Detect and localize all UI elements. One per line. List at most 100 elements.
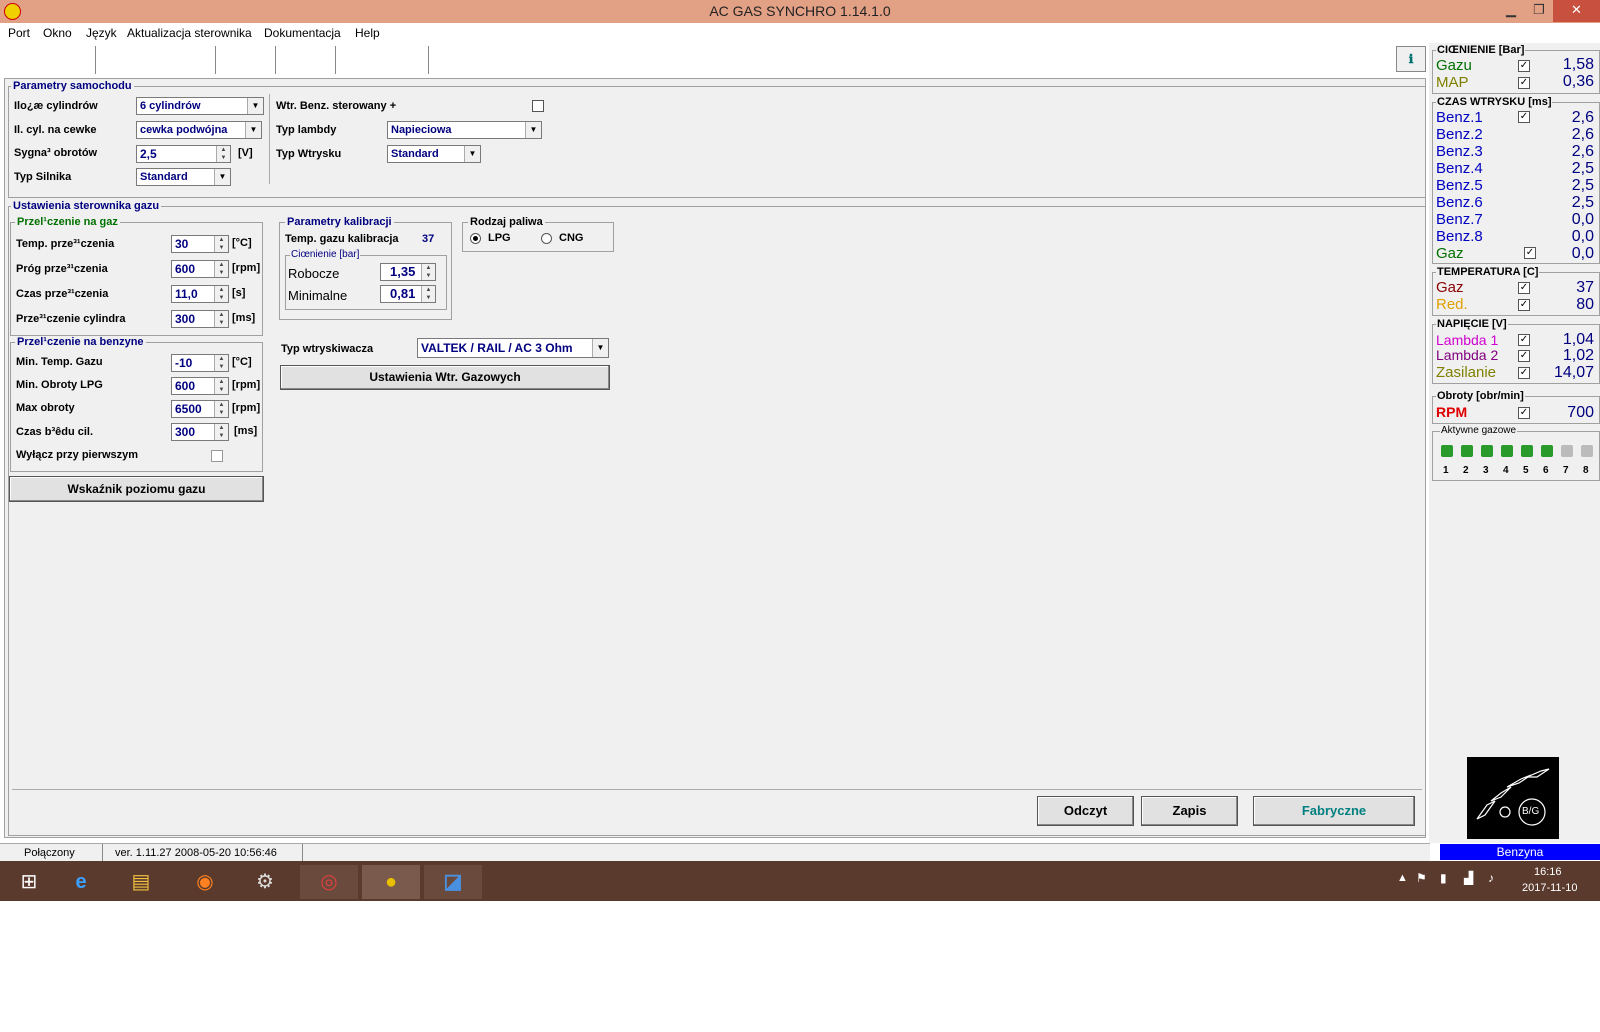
minimize-button[interactable]: ▁ <box>1496 0 1526 22</box>
lambda-1-label: Lambda 1 <box>1436 332 1499 348</box>
tray-show-hidden-icon[interactable]: ▲ <box>1397 872 1408 884</box>
tray-time[interactable]: 16:16 <box>1534 866 1562 878</box>
temp-reducer-checkbox[interactable]: ✓ <box>1518 299 1530 311</box>
pressure-gas-value: 1,58 <box>1562 56 1594 73</box>
rpm-value: 700 <box>1567 404 1594 421</box>
pressure-map-checkbox[interactable]: ✓ <box>1518 77 1530 89</box>
petrol-inj-checkbox[interactable] <box>532 100 544 112</box>
cng-radio[interactable] <box>541 233 552 244</box>
benz-1-label: Benz.1 <box>1436 109 1483 126</box>
calibration-title: Parametry kalibracji <box>285 216 394 228</box>
lambda-2-checkbox[interactable]: ✓ <box>1518 350 1530 362</box>
switch-temp-label: Temp. prze³¹czenia <box>16 238 115 250</box>
menu-help[interactable]: Help <box>355 26 380 40</box>
rpm-title: Obroty [obr/min] <box>1436 390 1525 402</box>
min-gas-temp-stepper[interactable]: -10 ▲ ▼ <box>171 354 229 372</box>
petrol-inj-label: Wtr. Benz. sterowany + <box>276 100 397 112</box>
injector-3-icon <box>1481 445 1493 457</box>
menu-port[interactable]: Port <box>8 26 30 40</box>
cylinders-select[interactable]: 6 cylindrów ▼ <box>136 97 264 115</box>
gas-inj-checkbox[interactable]: ✓ <box>1524 247 1536 259</box>
media-app-icon[interactable]: ◉ <box>176 865 234 899</box>
spin-arrows-icon[interactable]: ▲ ▼ <box>216 146 230 162</box>
working-pressure-stepper[interactable]: 1,35 ▲ ▼ <box>380 263 436 281</box>
pressure-gas-checkbox[interactable]: ✓ <box>1518 60 1530 72</box>
fuel-status-badge: Benzyna <box>1440 844 1600 860</box>
to-gas-title: Przel¹czenie na gaz <box>15 216 120 228</box>
chevron-down-icon: ▼ <box>464 146 480 162</box>
toolbar-tab-separator <box>335 46 336 74</box>
min-pressure-label: Minimalne <box>288 288 348 303</box>
file-explorer-icon[interactable]: ▤ <box>112 865 170 899</box>
autodata-app-icon[interactable]: ◪ <box>424 865 482 899</box>
spin-arrows-icon[interactable]: ▲ ▼ <box>214 424 228 440</box>
pressure-map-label: MAP <box>1436 74 1469 91</box>
write-button[interactable]: Zapis <box>1141 796 1238 826</box>
benz-2-value: 2,6 <box>1571 126 1594 143</box>
cyl-error-stepper[interactable]: 300 ▲ ▼ <box>171 423 229 441</box>
tray-date[interactable]: 2017-11-10 <box>1522 882 1577 894</box>
injection-title: CZAS WTRYSKU [ms] <box>1436 96 1553 108</box>
max-rpm-stepper[interactable]: 6500 ▲ ▼ <box>171 400 229 418</box>
min-lpg-rpm-label: Min. Obroty LPG <box>16 379 103 391</box>
windows-start-icon[interactable]: ⊞ <box>0 865 58 899</box>
chevron-down-icon: ▼ <box>245 122 261 138</box>
first-off-checkbox[interactable] <box>211 450 223 462</box>
spin-arrows-icon[interactable]: ▲ ▼ <box>214 261 228 277</box>
supply-checkbox[interactable]: ✓ <box>1518 367 1530 379</box>
spin-arrows-icon[interactable]: ▲ ▼ <box>214 311 228 327</box>
coil-select[interactable]: cewka podwójna ▼ <box>136 121 262 139</box>
factory-button[interactable]: Fabryczne <box>1253 796 1415 826</box>
min-pressure-stepper[interactable]: 0,81 ▲ ▼ <box>380 285 436 303</box>
signal-icon[interactable]: ▟ <box>1464 871 1473 885</box>
spin-arrows-icon[interactable]: ▲ ▼ <box>214 236 228 252</box>
benz-2-label: Benz.2 <box>1436 126 1483 143</box>
switch-temp-unit: [°C] <box>232 237 252 249</box>
chrome-icon[interactable]: ◎ <box>300 865 358 899</box>
benz-1-checkbox[interactable]: ✓ <box>1518 111 1530 123</box>
injector-type-select[interactable]: VALTEK / RAIL / AC 3 Ohm ▼ <box>417 338 609 358</box>
min-lpg-rpm-stepper[interactable]: 600 ▲ ▼ <box>171 377 229 395</box>
read-button[interactable]: Odczyt <box>1037 796 1134 826</box>
menu-jezyk[interactable]: Język <box>86 26 117 40</box>
rpm-signal-stepper[interactable]: 2,5 ▲ ▼ <box>136 145 231 163</box>
spin-arrows-icon[interactable]: ▲ ▼ <box>421 286 435 302</box>
info-icon[interactable]: ℹ <box>1396 46 1426 72</box>
benz-7-label: Benz.7 <box>1436 211 1483 228</box>
brand-logo: B/G <box>1467 757 1559 839</box>
cyl-switch-stepper[interactable]: 300 ▲ ▼ <box>171 310 229 328</box>
restore-button[interactable]: ❐ <box>1524 0 1554 22</box>
temp-gas-checkbox[interactable]: ✓ <box>1518 282 1530 294</box>
tool-app-icon[interactable]: ⚙ <box>236 865 294 899</box>
spin-arrows-icon[interactable]: ▲ ▼ <box>214 378 228 394</box>
spin-arrows-icon[interactable]: ▲ ▼ <box>214 286 228 302</box>
lambda-2-value: 1,02 <box>1562 347 1594 364</box>
injector-number: 1 <box>1443 465 1449 476</box>
to-petrol-title: Przel¹czenie na benzyne <box>15 336 146 348</box>
close-button[interactable]: ✕ <box>1553 0 1600 22</box>
flag-icon[interactable]: ⚑ <box>1416 871 1427 885</box>
battery-icon[interactable]: ▮ <box>1440 871 1447 885</box>
injector-settings-button[interactable]: Ustawienia Wtr. Gazowych <box>280 365 610 390</box>
gas-level-button[interactable]: Wskaźnik poziomu gazu <box>9 476 264 502</box>
engine-select[interactable]: Standard ▼ <box>136 168 231 186</box>
menu-documentation[interactable]: Dokumentacja <box>264 26 341 40</box>
lpg-radio[interactable] <box>470 233 481 244</box>
volume-icon[interactable]: ♪ <box>1488 871 1494 885</box>
spin-arrows-icon[interactable]: ▲ ▼ <box>214 401 228 417</box>
lambda-select[interactable]: Napieciowa ▼ <box>387 121 542 139</box>
switch-rpm-stepper[interactable]: 600 ▲ ▼ <box>171 260 229 278</box>
spin-arrows-icon[interactable]: ▲ ▼ <box>214 355 228 371</box>
spin-arrows-icon[interactable]: ▲ ▼ <box>421 264 435 280</box>
switch-time-stepper[interactable]: 11,0 ▲ ▼ <box>171 285 229 303</box>
injector-number: 2 <box>1463 465 1469 476</box>
injector-1-icon <box>1441 445 1453 457</box>
menu-update[interactable]: Aktualizacja sterownika <box>127 26 252 40</box>
ac-gas-app-icon[interactable]: ● <box>362 865 420 899</box>
lambda-1-checkbox[interactable]: ✓ <box>1518 334 1530 346</box>
rpm-checkbox[interactable]: ✓ <box>1518 407 1530 419</box>
injection-type-select[interactable]: Standard ▼ <box>387 145 481 163</box>
switch-temp-stepper[interactable]: 30 ▲ ▼ <box>171 235 229 253</box>
internet-explorer-icon[interactable]: e <box>52 865 110 899</box>
menu-okno[interactable]: Okno <box>43 26 72 40</box>
